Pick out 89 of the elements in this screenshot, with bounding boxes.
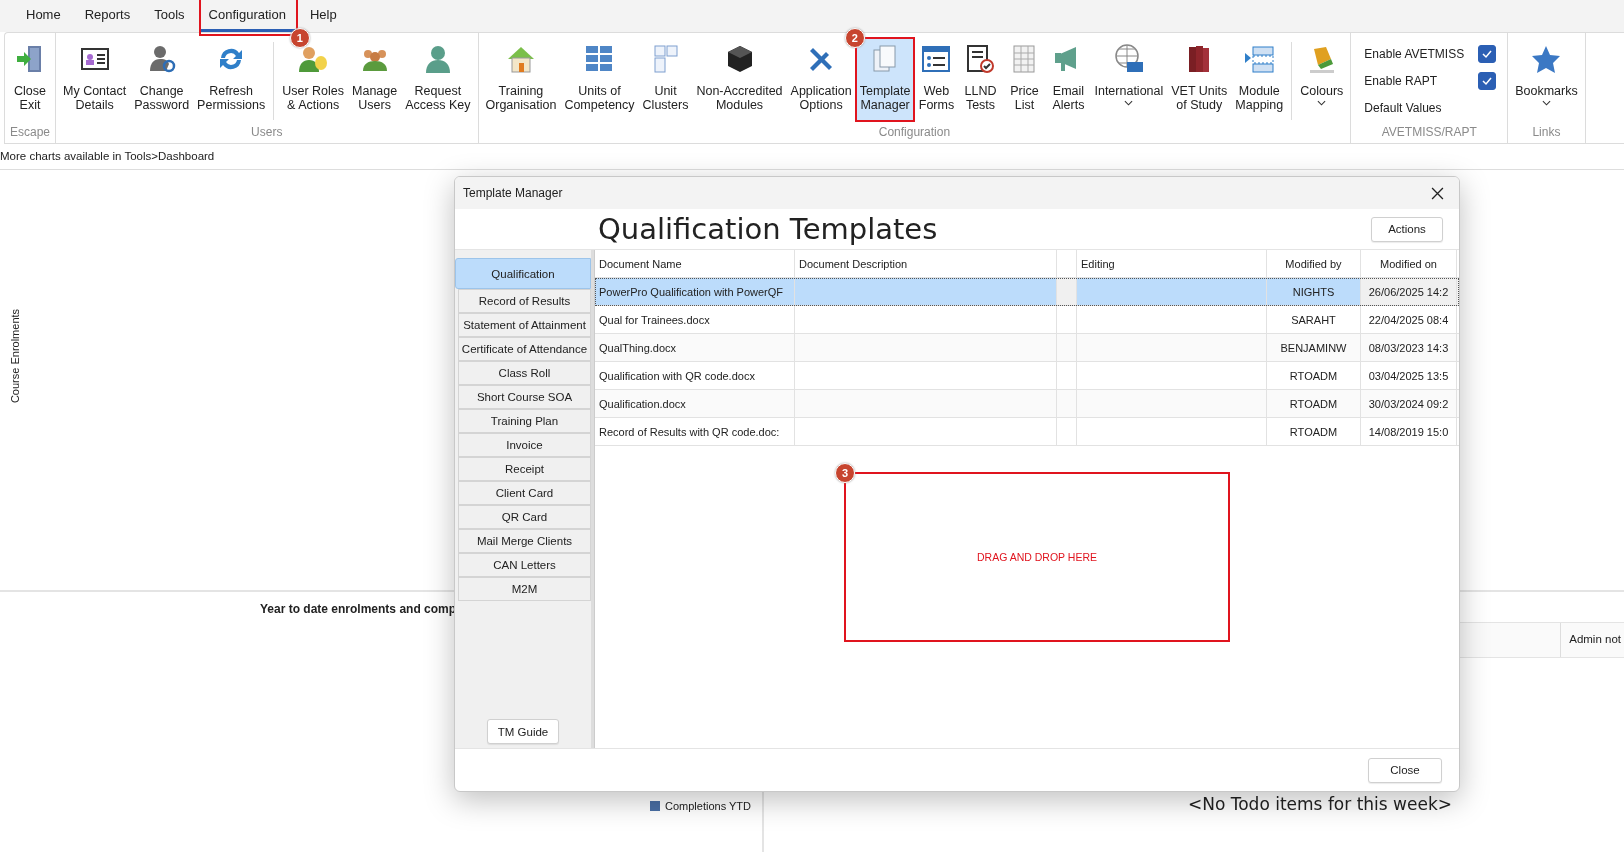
column-header: Admin not [1560, 623, 1624, 657]
actions-button[interactable]: Actions [1371, 216, 1443, 242]
column-header: Modified by [1285, 257, 1342, 270]
ribbon-button[interactable]: Price List [1002, 38, 1047, 122]
ribbon-button[interactable]: My Contact Details [59, 38, 131, 122]
table-cell: QualThing.docx [599, 341, 677, 354]
table-cell: Qual for Trainees.docx [599, 313, 710, 326]
ribbon-button[interactable]: Close Exit [8, 38, 52, 122]
category-tab[interactable]: Certificate of Attendance [458, 337, 591, 361]
ribbon-button[interactable]: Request Access Key [401, 38, 475, 122]
group-label: Users [250, 124, 284, 141]
option-label: Enable AVETMISS [1364, 46, 1465, 61]
group-label: AVETMISS/RAPT [1380, 124, 1478, 141]
ribbon-button[interactable]: Web Forms [914, 38, 959, 122]
option-label: Enable RAPT [1364, 73, 1438, 88]
legend-label: Completions YTD [665, 800, 751, 812]
table-cell: RTOADM [1289, 425, 1338, 438]
column-header: Document Name [599, 257, 682, 270]
table-cell: 03/04/2025 13:5 [1368, 369, 1449, 382]
table-row[interactable]: Qualification.docx RTOADM 30/03/2024 09:2 [595, 390, 1459, 418]
category-tab[interactable]: M2M [458, 577, 591, 601]
category-tab[interactable]: Mail Merge Clients [458, 529, 591, 553]
step-badge: 3 [835, 463, 855, 483]
checkbox[interactable] [1478, 44, 1497, 63]
table-row[interactable]: Record of Results with QR code.doc: RTOADM 14/08/2019 15:0 [595, 418, 1459, 446]
table-cell: RTOADM [1289, 369, 1338, 382]
table-cell: SARAHT [1291, 313, 1336, 326]
table-row[interactable]: QualThing.docx BENJAMINW 08/03/2023 14:3 [595, 334, 1459, 362]
group-label: Links [1531, 124, 1562, 141]
category-tab[interactable]: QR Card [458, 505, 591, 529]
table-cell: RTOADM [1289, 397, 1338, 410]
ribbon-button[interactable]: Training Organisation [481, 38, 561, 122]
ribbon-button[interactable]: Unit Clusters [638, 38, 693, 122]
table-row[interactable]: PowerPro Qualification with PowerQF NIGHTS 26/06/2025 14:2 [595, 278, 1459, 306]
ribbon-button[interactable]: Email Alerts [1046, 38, 1091, 122]
ribbon-button[interactable]: VET Units of Study [1167, 38, 1232, 122]
ribbon-button[interactable]: Bookmarks [1511, 38, 1582, 122]
group-label: Escape [9, 124, 51, 141]
list-arrow-icon [1243, 43, 1276, 75]
table-cell: Qualification with QR code.docx [599, 369, 755, 382]
ribbon-button[interactable]: Change Password [130, 38, 194, 122]
table-cell: NIGHTS [1292, 285, 1335, 298]
globe-icon [1112, 43, 1145, 75]
column-header: Modified on [1380, 257, 1437, 270]
ribbon-button[interactable]: Units of Competency [560, 38, 639, 122]
table-cell: Qualification.docx [599, 397, 686, 410]
ribbon-button[interactable]: Refresh Permissions [193, 38, 270, 122]
info-text: More charts available in Tools>Dashboard [0, 144, 1624, 170]
table-cell: Record of Results with QR code.doc: [599, 425, 780, 438]
ribbon-button[interactable]: Colours [1296, 38, 1348, 122]
ribbon-button[interactable]: Non-Accredited Modules [692, 38, 787, 122]
step-badge: 2 [844, 28, 865, 48]
ribbon-button[interactable]: Manage Users [348, 38, 402, 122]
category-tab[interactable]: Record of Results [458, 289, 591, 313]
category-tab[interactable]: Invoice [458, 433, 591, 457]
category-tab[interactable]: CAN Letters [458, 553, 591, 577]
category-tab[interactable]: Training Plan [458, 409, 591, 433]
table-cell: 22/04/2025 08:4 [1368, 313, 1449, 326]
guide-button[interactable]: TM Guide [487, 719, 559, 744]
ribbon-button[interactable]: LLND Tests [958, 38, 1003, 122]
form-icon [920, 43, 953, 75]
category-tab[interactable]: Client Card [458, 481, 591, 505]
category-tab[interactable]: Short Course SOA [458, 385, 591, 409]
table-cell: 26/06/2025 14:2 [1368, 285, 1449, 298]
checklist-icon [964, 43, 997, 75]
ribbon-button[interactable]: International [1090, 38, 1168, 122]
page-heading: Qualification Templates [598, 212, 939, 246]
table-cell: BENJAMINW [1280, 341, 1347, 354]
default-values-button[interactable]: Default Values [1364, 100, 1442, 115]
group-label: Configuration [877, 124, 952, 141]
todo-message: <No Todo items for this week> [1186, 794, 1453, 816]
close-button[interactable]: Close [1368, 757, 1442, 783]
ribbon-button[interactable]: Module Mapping [1231, 38, 1288, 122]
category-tab[interactable]: Class Roll [458, 361, 591, 385]
menu-tab[interactable]: Home [16, 0, 71, 32]
menu-tab[interactable]: Reports [74, 0, 141, 32]
menu-tab[interactable]: Tools [144, 0, 195, 32]
checkbox[interactable] [1478, 71, 1497, 90]
category-tab[interactable]: Statement of Attainment [458, 313, 591, 337]
category-tab[interactable]: Receipt [458, 457, 591, 481]
column-header: Editing [1081, 257, 1115, 270]
category-tab[interactable]: Qualification [455, 258, 591, 289]
table-cell: PowerPro Qualification with PowerQF [599, 285, 783, 298]
table-cell: 30/03/2024 09:2 [1368, 397, 1449, 410]
table-cell: 14/08/2019 15:0 [1368, 425, 1449, 438]
column-header: Document Description [799, 257, 908, 270]
window-title: Template Manager [463, 186, 563, 200]
axis-label: Course Enrolments [9, 308, 22, 404]
table-cell: 08/03/2023 14:3 [1368, 341, 1449, 354]
